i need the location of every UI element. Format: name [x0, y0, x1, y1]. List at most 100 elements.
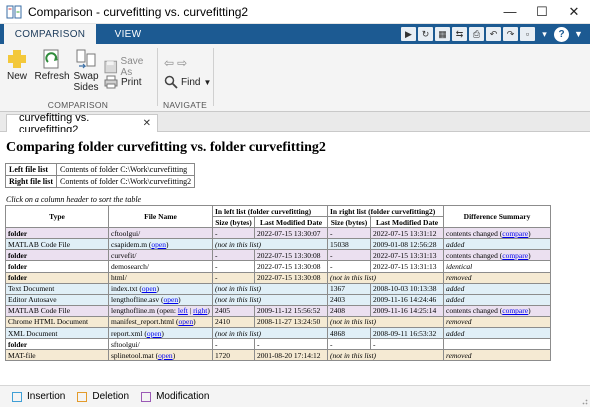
left-size-cell: -	[212, 227, 255, 240]
left-date-cell: 2009-11-12 15:56:52	[254, 304, 328, 317]
open-link[interactable]: open	[164, 295, 179, 304]
right-size-cell: 15038	[327, 238, 371, 251]
open-left-link[interactable]: left	[178, 306, 188, 315]
collapse-ribbon-icon[interactable]: ▼	[571, 27, 586, 41]
window-icon[interactable]: ▫	[520, 27, 535, 41]
legend-label: Insertion	[27, 391, 66, 402]
left-list-value: Contents of folder C:\Work\curvefitting	[55, 163, 196, 176]
dropdown-icon[interactable]: ▾	[537, 27, 552, 41]
right-date-cell: 2008-09-11 16:53:32	[369, 327, 445, 340]
type-column-header[interactable]: Type	[5, 204, 109, 229]
file-name-column-header[interactable]: File Name	[108, 204, 213, 229]
maximize-button[interactable]: ☐	[526, 0, 558, 24]
minimize-button[interactable]: —	[494, 0, 526, 24]
summary-cell: removed	[443, 315, 552, 329]
legend-bar: Insertion Deletion Modification	[0, 385, 590, 407]
previous-icon[interactable]: ⇦	[164, 56, 174, 70]
table-row: folder demosearch/-2022-07-15 13:30:08-20…	[5, 260, 552, 273]
file-name-cell: index.txt (open)	[108, 282, 213, 295]
document-tab-bar: curvefitting vs. curvefitting2 ✕	[0, 112, 590, 136]
table-row: MAT-file splinetool.mat (open) 1720 2001-08…	[5, 349, 552, 362]
summary-cell: contents changed (compare)	[443, 249, 552, 262]
quick-access-toolbar: ▶ ↻ ▦ ⇆ ⎙ ↶ ↷ ▫ ▾ ? ▼	[401, 24, 590, 44]
file-name-cell: demosearch/	[108, 260, 213, 273]
new-button[interactable]: New	[4, 48, 30, 82]
swap-icon	[76, 49, 96, 69]
summary-column-header[interactable]: Difference Summary	[443, 204, 552, 229]
legend-label: Deletion	[92, 391, 130, 402]
left-size-column-header[interactable]: Size (bytes)	[212, 216, 255, 229]
document-tab[interactable]: curvefitting vs. curvefitting2 ✕	[6, 112, 158, 136]
redo-icon[interactable]: ↷	[503, 27, 518, 41]
right-list-label: Right file list	[5, 175, 57, 188]
left-size-cell: -	[212, 260, 255, 273]
close-button[interactable]: ✕	[558, 0, 590, 24]
summary-text: added	[446, 328, 465, 338]
left-size-cell: 1720	[212, 349, 255, 362]
left-date-cell: -	[254, 338, 328, 351]
left-size-cell: -	[212, 338, 255, 351]
right-size-cell: -	[327, 249, 371, 262]
close-tab-icon[interactable]: ✕	[143, 118, 151, 129]
print-icon[interactable]: ⎙	[469, 27, 484, 41]
comparison-app-icon	[6, 5, 22, 18]
tab-comparison[interactable]: COMPARISON	[4, 24, 96, 44]
right-size-cell: (not in this list)	[326, 271, 445, 284]
left-date-column-header[interactable]: Last Modified Date	[254, 216, 328, 229]
type-cell: folder	[5, 338, 109, 351]
open-link[interactable]: open	[178, 317, 193, 326]
swap-sides-button[interactable]: Swap Sides	[72, 48, 100, 93]
compare-link[interactable]: compare	[502, 306, 528, 315]
find-button[interactable]: Find ▼	[164, 75, 211, 89]
table-row: folder curvefit/-2022-07-15 13:30:08-2022…	[5, 249, 552, 262]
refresh-icon[interactable]: ↻	[418, 27, 433, 41]
open-link[interactable]: open	[142, 284, 157, 293]
help-icon[interactable]: ?	[554, 26, 569, 42]
right-date-cell: 2009-01-08 12:56:28	[369, 238, 445, 251]
compare-link[interactable]: compare	[502, 229, 528, 238]
file-name: index.txt	[111, 284, 138, 294]
right-list-group-header: In right list (folder curvefitting2)	[326, 204, 445, 218]
file-name: demosearch/	[111, 262, 149, 272]
undo-icon[interactable]: ↶	[486, 27, 501, 41]
toolstrip-tabs: COMPARISON VIEW ▶ ↻ ▦ ⇆ ⎙ ↶ ↷ ▫ ▾ ? ▼	[0, 24, 590, 44]
right-date-column-header[interactable]: Last Modified Date	[369, 216, 445, 229]
right-size-cell: (not in this list)	[326, 349, 445, 362]
table-row: folder sftoolgui/- - - -	[5, 338, 552, 351]
table-row: XML Document report.xml (open) (not in thi…	[5, 327, 552, 340]
deletion-swatch	[77, 391, 88, 402]
next-icon[interactable]: ⇨	[177, 56, 187, 70]
comparison-table: Type File Name In left list (folder curv…	[5, 204, 552, 362]
left-date-cell: 2022-07-15 13:30:08	[254, 271, 328, 284]
tab-view[interactable]: VIEW	[96, 24, 160, 44]
left-list-group-header: In left list (folder curvefitting)	[212, 204, 328, 218]
open-link[interactable]: open	[158, 351, 173, 360]
summary-text: contents changed	[446, 306, 498, 316]
expand-icon[interactable]: ▶	[401, 27, 416, 41]
left-size-cell: (not in this list)	[212, 327, 328, 340]
navigate-group-label: NAVIGATE	[162, 100, 208, 110]
compare-link[interactable]: compare	[502, 251, 528, 260]
summary-text: removed	[446, 350, 472, 360]
open-right-link[interactable]: right	[193, 306, 207, 315]
open-link[interactable]: open	[147, 329, 162, 338]
grid-icon[interactable]: ▦	[435, 27, 450, 41]
file-name: cftoolgui/	[111, 228, 141, 238]
type-cell: folder	[5, 260, 109, 273]
refresh-button[interactable]: Refresh	[34, 48, 70, 82]
sort-hint: Click on a column header to sort the tab…	[6, 195, 142, 204]
right-list-value: Contents of folder C:\Work\curvefitting2	[55, 175, 196, 188]
type-cell: Editor Autosave	[5, 293, 109, 306]
file-name-cell: manifest_report.html (open)	[108, 315, 213, 329]
left-list-label: Left file list	[5, 163, 57, 176]
print-button[interactable]: Print	[104, 75, 142, 89]
left-size-cell: 2410	[212, 315, 255, 329]
file-name-cell: report.xml (open)	[108, 327, 213, 340]
summary-cell: added	[443, 327, 552, 340]
swap-icon[interactable]: ⇆	[452, 27, 467, 41]
print-icon	[104, 75, 118, 89]
right-size-column-header[interactable]: Size (bytes)	[327, 216, 371, 229]
open-link[interactable]: open	[151, 240, 166, 249]
resize-grip-icon[interactable]	[580, 397, 588, 405]
left-date-cell: 2022-07-15 13:30:07	[254, 227, 328, 240]
